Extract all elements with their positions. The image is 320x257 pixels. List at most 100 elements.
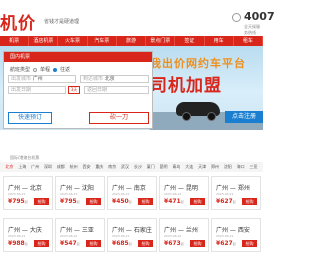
nav-item-tickets[interactable]: 景点门票	[146, 36, 176, 46]
flight-card[interactable]: 广州 — 昆明 2023-06-21 ¥471起 抢购	[159, 176, 209, 210]
city-tab[interactable]: 上海	[18, 162, 26, 172]
from-city-field[interactable]: 出发城市 广州	[8, 75, 76, 83]
city-tab[interactable]: 郑州	[211, 162, 219, 172]
trip-type-label: 航班类型	[10, 67, 31, 73]
flight-price: ¥795起	[60, 198, 80, 205]
book-button[interactable]: 抢购	[190, 198, 205, 205]
city-tab[interactable]: 广州	[31, 162, 39, 172]
flight-card[interactable]: 广州 — 北京 2023-06-21 ¥795起 抢购	[3, 176, 53, 210]
nav-item-visa[interactable]: 签证	[175, 36, 205, 46]
hero-register-button[interactable]: 点击注册	[225, 111, 263, 123]
main-nav: 机票 酒店机票 火车票 汽车票 旅游 景点门票 签证 用车 租车	[0, 36, 263, 46]
flight-price: ¥547起	[60, 240, 80, 247]
city-tab[interactable]: 西安	[82, 162, 90, 172]
flight-route: 广州 — 北京	[8, 185, 42, 192]
flight-price-unit: 起	[128, 200, 132, 204]
book-button[interactable]: 抢购	[138, 198, 153, 205]
nav-item-travel[interactable]: 旅游	[117, 36, 147, 46]
flight-route: 广州 — 南京	[112, 185, 146, 192]
to-city-value: 北京	[104, 76, 115, 82]
flight-card[interactable]: 广州 — 郑州 2023-06-21 ¥627起 抢购	[211, 176, 261, 210]
flight-card[interactable]: 广州 — 南京 2023-06-21 ¥450起 抢购	[107, 176, 157, 210]
nav-item-rental[interactable]: 租车	[234, 36, 263, 46]
book-button[interactable]: 抢购	[34, 240, 49, 247]
flight-search-panel: 国内机票 航班类型 单程 往返 出发城市 广州 到达城市 北京 出发日期 3天 …	[3, 51, 153, 129]
flight-price-value: 547	[64, 240, 77, 247]
city-tab[interactable]: 昆明	[160, 162, 168, 172]
flight-route: 广州 — 大庆	[8, 227, 42, 234]
flight-card[interactable]: 广州 — 三亚 2023-06-21 ¥547起 抢购	[55, 218, 105, 252]
flight-card[interactable]: 广州 — 西安 2023-06-21 ¥627起 抢购	[211, 218, 261, 252]
flight-card[interactable]: 广州 — 大庆 2023-06-21 ¥988起 抢购	[3, 218, 53, 252]
round-trip-label[interactable]: 往返	[60, 66, 70, 73]
search-panel-title: 国内机票	[4, 52, 152, 62]
city-tab[interactable]: 长沙	[134, 162, 142, 172]
book-button[interactable]: 抢购	[190, 240, 205, 247]
nav-item-flights[interactable]: 机票	[0, 36, 30, 46]
depart-date-field[interactable]: 出发日期	[8, 86, 66, 94]
flight-card[interactable]: 广州 — 沈阳 2023-06-21 ¥795起 抢购	[55, 176, 105, 210]
book-button[interactable]: 抢购	[138, 240, 153, 247]
flight-price-unit: 起	[24, 242, 28, 246]
flight-date: 2023-06-21	[112, 234, 130, 238]
hero-headline: 我出价网约车平台	[150, 57, 246, 70]
site-tagline: 省钱才是硬道理	[44, 19, 80, 25]
from-city-label: 出发城市	[11, 76, 32, 82]
city-tab[interactable]: 武汉	[121, 162, 129, 172]
city-tab[interactable]: 北京	[5, 162, 13, 172]
to-city-field[interactable]: 到达城市 北京	[80, 75, 149, 83]
flight-card[interactable]: 广州 — 兰州 2023-06-21 ¥673起 抢购	[159, 218, 209, 252]
duration-button[interactable]: 3天	[68, 86, 80, 94]
book-button[interactable]: 抢购	[86, 240, 101, 247]
bargain-button[interactable]: 砍一刀	[89, 112, 149, 124]
one-way-radio[interactable]	[33, 67, 38, 72]
international-section-title[interactable]: 国际/港澳台机票	[0, 154, 263, 162]
round-trip-radio[interactable]	[53, 67, 58, 72]
return-date-field[interactable]: 返回日期	[84, 86, 149, 94]
city-tab[interactable]: 三亚	[249, 162, 257, 172]
flight-price-value: 795	[12, 198, 25, 205]
book-button[interactable]: 抢购	[34, 198, 49, 205]
city-tab[interactable]: 厦门	[147, 162, 155, 172]
city-tab[interactable]: 杭州	[70, 162, 78, 172]
flight-date: 2023-06-21	[112, 192, 130, 196]
flight-route: 广州 — 沈阳	[60, 185, 94, 192]
book-button[interactable]: 抢购	[242, 198, 257, 205]
city-tab[interactable]: 青岛	[172, 162, 180, 172]
flight-price-unit: 起	[232, 242, 236, 246]
flight-price: ¥471起	[164, 198, 184, 205]
flight-price: ¥673起	[164, 240, 184, 247]
city-tab[interactable]: 深圳	[44, 162, 52, 172]
book-button[interactable]: 抢购	[242, 240, 257, 247]
flight-price: ¥627起	[216, 240, 236, 247]
city-tab[interactable]: 沈阳	[224, 162, 232, 172]
site-logo[interactable]: 机价	[0, 9, 36, 34]
flight-price-unit: 起	[24, 200, 28, 204]
flight-price-unit: 起	[180, 200, 184, 204]
quick-book-button[interactable]: 快速预订	[8, 112, 52, 124]
nav-item-hotel-flights[interactable]: 酒店机票	[29, 36, 59, 46]
city-tab[interactable]: 大连	[185, 162, 193, 172]
nav-item-trains[interactable]: 火车票	[58, 36, 88, 46]
flight-price-unit: 起	[76, 242, 80, 246]
flight-route: 广州 — 昆明	[164, 185, 198, 192]
flight-date: 2023-06-21	[216, 234, 234, 238]
one-way-label[interactable]: 单程	[40, 66, 50, 73]
depart-date-label: 出发日期	[11, 87, 32, 93]
city-tabs: 北京 上海 广州 深圳 成都 杭州 西安 重庆 南京 武汉 长沙 厦门 昆明 青…	[0, 162, 263, 172]
nav-item-car[interactable]: 用车	[205, 36, 234, 46]
city-tab[interactable]: 天津	[198, 162, 206, 172]
city-tab[interactable]: 南京	[108, 162, 116, 172]
book-button[interactable]: 抢购	[86, 198, 101, 205]
city-tab[interactable]: 成都	[57, 162, 65, 172]
city-tab[interactable]: 重庆	[95, 162, 103, 172]
flight-card[interactable]: 广州 — 石家庄 2023-06-21 ¥685起 抢购	[107, 218, 157, 252]
flight-date: 2023-06-21	[60, 234, 78, 238]
nav-item-buses[interactable]: 汽车票	[88, 36, 117, 46]
flight-route: 广州 — 三亚	[60, 227, 94, 234]
flight-date: 2023-06-21	[8, 234, 26, 238]
flight-route: 广州 — 郑州	[216, 185, 250, 192]
flight-price-value: 795	[64, 198, 77, 205]
city-tab[interactable]: 海口	[237, 162, 245, 172]
flight-price: ¥627起	[216, 198, 236, 205]
